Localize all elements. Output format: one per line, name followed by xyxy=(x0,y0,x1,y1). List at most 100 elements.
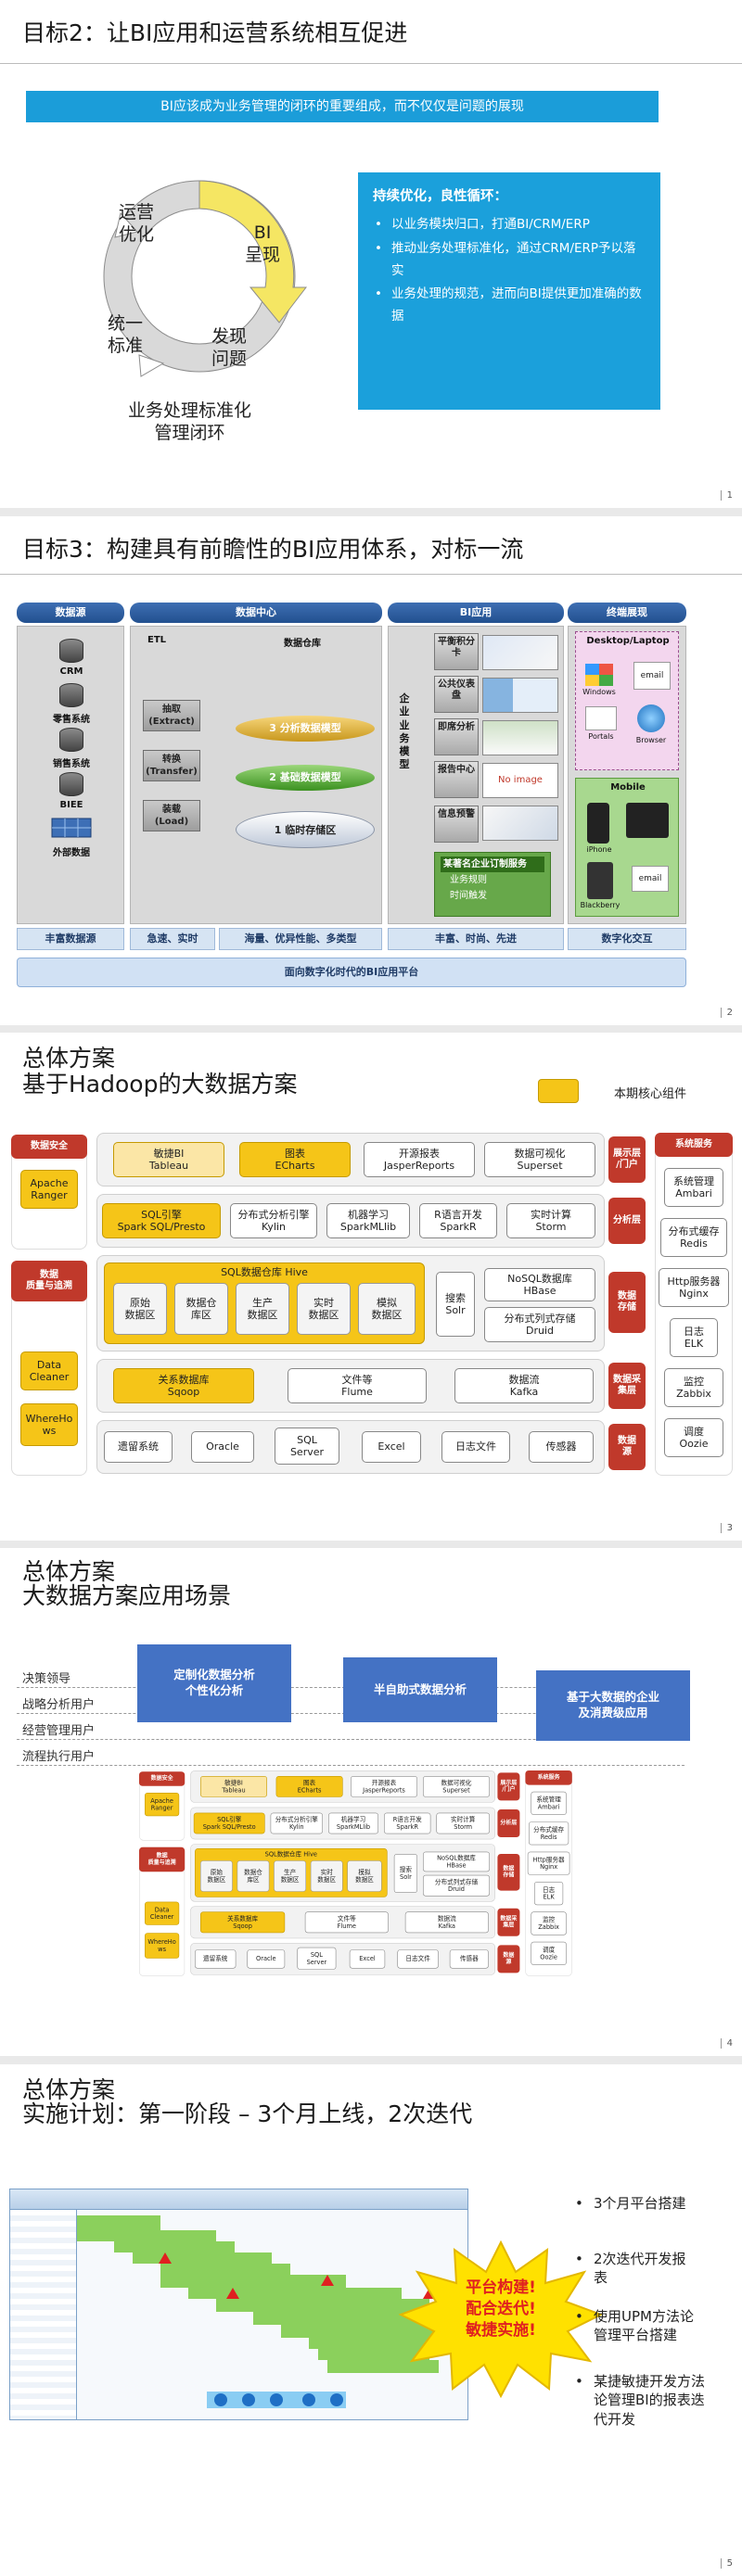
quality-tag: 数据 质量与追溯 xyxy=(11,1261,87,1301)
hive-zone: 数据仓 库区 xyxy=(237,1860,270,1892)
slide-title: 总体方案 xyxy=(22,1045,116,1072)
cycle-find: 发现 问题 xyxy=(211,326,248,369)
wherehows-box: WhereHo ws xyxy=(145,1933,180,1959)
layer-tag: 分析层 xyxy=(608,1198,646,1244)
summary-item: 业务处理的规范，进而向BI提供更加准确的数据 xyxy=(373,284,646,327)
email-label: email xyxy=(640,671,664,680)
hive-zone: 实时 数据区 xyxy=(297,1283,351,1335)
service-box: 分布式缓存 Redis xyxy=(660,1218,727,1257)
user-level: 流程执行用户 xyxy=(22,1750,96,1764)
cycle-bottom: 业务处理标准化 管理闭环 xyxy=(128,400,252,443)
foot-etl: 急速、实时 xyxy=(130,928,215,950)
no-image-text: No image xyxy=(498,775,543,785)
bi-item: 即席分析 xyxy=(434,718,479,755)
user-level: 经营管理用户 xyxy=(22,1724,96,1738)
service-box: 调度 Oozie xyxy=(531,1941,567,1965)
sqlserver-box: SQL Server xyxy=(297,1947,337,1970)
mini-architecture: 数据安全 Apache Ranger 数据 质量与追溯 Data Cleaner… xyxy=(139,1770,584,2056)
scenario-callout: 基于大数据的企业 及消费级应用 xyxy=(536,1670,690,1741)
slide-title: 目标2：让BI应用和运营系统相互促进 xyxy=(22,19,408,46)
excel-box: Excel xyxy=(349,1949,386,1969)
head-bi: BI应用 xyxy=(388,603,564,623)
screenshot-thumbnail xyxy=(482,678,558,713)
page-number: 2 xyxy=(720,1008,733,1018)
blackberry-label: Blackberry xyxy=(580,901,620,909)
source-label: CRM xyxy=(59,666,83,677)
database-icon xyxy=(59,639,83,663)
hive-zone: 数据仓 库区 xyxy=(174,1283,228,1335)
page-number: 5 xyxy=(720,2558,733,2569)
portal-icon xyxy=(585,706,617,730)
summary-box: 持续优化，良性循环： 以业务模块归口，打通BI/CRM/ERP 推动业务处理标准… xyxy=(358,172,660,410)
subscribe-title: 某著名企业订制服务 xyxy=(441,857,544,872)
oracle-box: Oracle xyxy=(191,1431,254,1463)
database-icon xyxy=(59,728,83,752)
sparkr-box: R语言开发 SparkR xyxy=(419,1203,497,1238)
kylin-box: 分布式分析引擎 Kylin xyxy=(230,1203,317,1238)
slide-subtitle: 大数据方案应用场景 xyxy=(22,1582,232,1609)
sparkr-box: R语言开发 SparkR xyxy=(384,1812,431,1834)
tablet-icon xyxy=(626,803,669,838)
echarts-box: 图表 ECharts xyxy=(239,1142,351,1177)
plan-bullet: 某捷敏捷开发方法论管理BI的报表迭代开发 xyxy=(575,2372,705,2429)
logfile-box: 日志文件 xyxy=(397,1949,439,1969)
dw-label: 数据仓库 xyxy=(284,639,321,649)
browser-label: Browser xyxy=(635,736,667,744)
etl-load: 装载 (Load) xyxy=(143,800,200,831)
source-label: 零售系统 xyxy=(53,715,90,725)
superset-box: 数据可视化 Superset xyxy=(423,1776,490,1797)
scenario-callout: 半自助式数据分析 xyxy=(343,1657,497,1722)
quality-tag: 数据 质量与追溯 xyxy=(139,1846,186,1872)
cycle-std: 统一 标准 xyxy=(108,313,144,356)
subscribe-line: 业务规则 xyxy=(450,875,487,885)
jasper-box: 开源报表 JasperReports xyxy=(351,1776,417,1797)
source-label: 外部数据 xyxy=(53,848,90,858)
hive-zone: 原始 数据区 xyxy=(113,1283,167,1335)
foot-datasource: 丰富数据源 xyxy=(17,928,124,950)
bi-item: 信息预警 xyxy=(434,806,479,843)
summary-item: 以业务模块归口，打通BI/CRM/ERP xyxy=(373,214,646,236)
solr-box: 搜索 Solr xyxy=(393,1854,417,1893)
dw-layer-2: 2 基础数据模型 xyxy=(236,765,375,791)
sqlserver-box: SQL Server xyxy=(275,1428,339,1465)
page-number: 1 xyxy=(720,490,733,501)
service-box: 日志 ELK xyxy=(670,1318,718,1357)
layer-tag: 数据 源 xyxy=(608,1424,646,1470)
platform-bar: 面向数字化时代的BI应用平台 xyxy=(17,958,686,987)
dw-layer-number: 3 xyxy=(269,722,276,734)
email-label: email xyxy=(638,874,662,883)
foot-bi: 丰富、时尚、先进 xyxy=(388,928,564,950)
mobile-panel: Mobile iPhone Blackberry email xyxy=(575,778,679,917)
bi-item: 报告中心 xyxy=(434,761,479,798)
head-datasource: 数据源 xyxy=(17,603,124,623)
bi-vertical-label: 企业业务模型 xyxy=(399,692,410,771)
hive-zone: 生产 数据区 xyxy=(274,1860,306,1892)
title-divider xyxy=(0,63,742,64)
solar-panel-icon xyxy=(51,818,92,838)
sparksql-box: SQL引擎 Spark SQL/Presto xyxy=(193,1812,265,1834)
summary-item: 推动业务处理标准化，通过CRM/ERP予以落实 xyxy=(373,238,646,282)
hive-zone: 实时 数据区 xyxy=(310,1860,343,1892)
dw-layer-number: 1 xyxy=(274,824,282,836)
layer-tag: 数据采 集层 xyxy=(608,1363,646,1409)
kafka-box: 数据流 Kafka xyxy=(454,1368,594,1403)
slide-title: 目标3：构建具有前瞻性的BI应用体系，对标一流 xyxy=(22,536,524,563)
foot-terminal: 数字化交互 xyxy=(568,928,686,950)
dw-layer-label: 基础数据模型 xyxy=(279,771,341,783)
hive-zone: 模拟 数据区 xyxy=(358,1283,416,1335)
flume-box: 文件等 Flume xyxy=(288,1368,427,1403)
page-number: 4 xyxy=(720,2038,733,2049)
jasper-box: 开源报表 JasperReports xyxy=(364,1142,475,1177)
flume-box: 文件等 Flume xyxy=(304,1911,389,1934)
screenshot-thumbnail: No image xyxy=(482,763,558,798)
slide-2: 目标3：构建具有前瞻性的BI应用体系，对标一流 数据源 数据中心 BI应用 终端… xyxy=(0,516,742,1025)
windows-label: Windows xyxy=(582,688,616,696)
storm-box: 实时计算 Storm xyxy=(506,1203,595,1238)
hbase-box: NoSQL数据库 HBase xyxy=(423,1851,490,1872)
services-head: 系统服务 xyxy=(655,1133,733,1157)
etl-extract: 抽取 (Extract) xyxy=(143,700,200,731)
tableau-box: 敏捷BI Tableau xyxy=(200,1776,267,1797)
service-box: 调度 Oozie xyxy=(664,1418,723,1457)
service-box: 分布式缓存 Redis xyxy=(529,1821,569,1846)
sparksql-box: SQL引擎 Spark SQL/Presto xyxy=(102,1203,221,1238)
